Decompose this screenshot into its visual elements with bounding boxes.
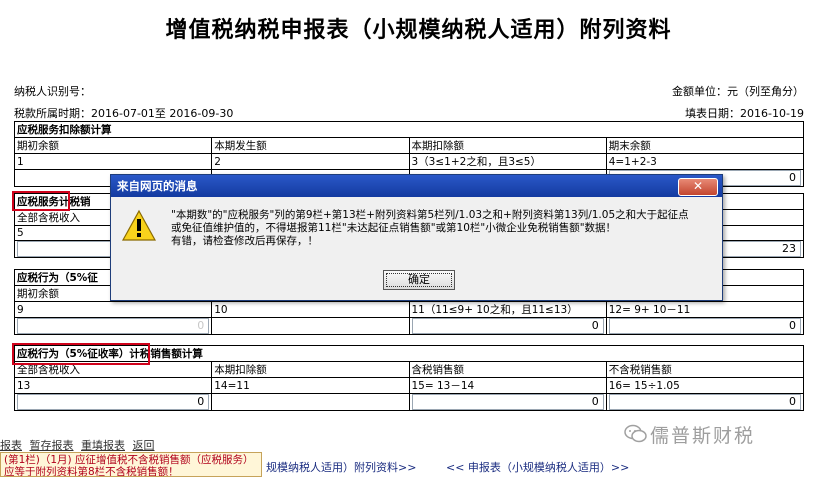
opening-balance-input[interactable]: 0 (17, 318, 210, 334)
report-link[interactable]: 报表 (0, 439, 22, 452)
ok-button[interactable]: 确定 (383, 270, 455, 290)
taxpayer-id-label: 纳税人识别号： (14, 85, 91, 98)
current-deduction-input[interactable]: 0 (411, 318, 604, 334)
col-header: 期末余额 (605, 137, 805, 154)
highlight-box (12, 343, 150, 365)
highlight-box (12, 191, 70, 211)
col-header: 含税销售额 (408, 361, 607, 378)
col-header: 不含税销售额 (605, 361, 805, 378)
row-number: 1 (13, 153, 213, 170)
fill-date: 填表日期：2016-10-19 (685, 107, 804, 120)
refill-link[interactable]: 重填报表 (81, 439, 125, 452)
back-link[interactable]: 返回 (133, 439, 155, 452)
save-draft-link[interactable]: 暂存报表 (30, 439, 74, 452)
row-number: 14=11 (211, 377, 410, 394)
dialog-message: "本期数"的"应税服务"列的第9栏+第13栏+附列资料第5栏列/1.03之和+附… (171, 209, 689, 247)
row-number: 3（3≤1+2之和，且3≤5） (408, 153, 607, 170)
tax-inclusive-sales-input[interactable]: 0 (411, 394, 604, 410)
tax-period: 税款所属时期：2016-07-01至 2016-09-30 (14, 107, 234, 120)
bottom-actions: 报表 暂存报表 重填报表 返回 (0, 437, 159, 453)
total-income-input[interactable]: 0 (17, 394, 210, 410)
dialog-title: 来自网页的消息 (111, 175, 722, 197)
row-number: 13 (13, 377, 213, 394)
row-number: 9 (13, 301, 213, 318)
error-note: (第1栏)（1月) 应征增值税不含税销售额（应税服务）应等于附列资料第8栏不含税… (0, 452, 262, 477)
page-title: 增值税纳税申报表（小规模纳税人适用）附列资料 (165, 17, 672, 43)
tax-exclusive-sales-input[interactable]: 0 (608, 394, 801, 410)
close-icon[interactable]: ✕ (678, 178, 718, 196)
watermark: 儒普斯财税 (650, 425, 756, 447)
row-number: 15= 13－14 (408, 377, 607, 394)
col-header: 本期发生额 (211, 137, 410, 154)
col-header: 期初余额 (13, 137, 213, 154)
next-nav-link[interactable]: << 申报表（小规模纳税人适用）>> (446, 459, 629, 475)
row-number: 12= 9+ 10－11 (605, 301, 805, 318)
alert-dialog: 来自网页的消息 ✕ "本期数"的"应税服务"列的第9栏+第13栏+附列资料第5栏… (110, 174, 723, 301)
ending-balance-input[interactable]: 0 (608, 318, 801, 334)
col-header: 本期扣除额 (211, 361, 410, 378)
row-number: 2 (211, 153, 410, 170)
warning-icon (121, 209, 157, 241)
col-header: 本期扣除额 (408, 137, 607, 154)
row-number: 4=1+2-3 (605, 153, 805, 170)
amount-unit: 金额单位：元（列至角分） (672, 85, 804, 98)
row-number: 11（11≤9+ 10之和，且11≤13） (408, 301, 607, 318)
prev-nav-link[interactable]: 规模纳税人适用）附列资料>> (266, 459, 416, 475)
wechat-icon (624, 424, 647, 443)
row-number: 10 (211, 301, 410, 318)
section1-heading: 应税服务扣除额计算 (14, 121, 804, 138)
row-number: 16= 15÷1.05 (605, 377, 805, 394)
